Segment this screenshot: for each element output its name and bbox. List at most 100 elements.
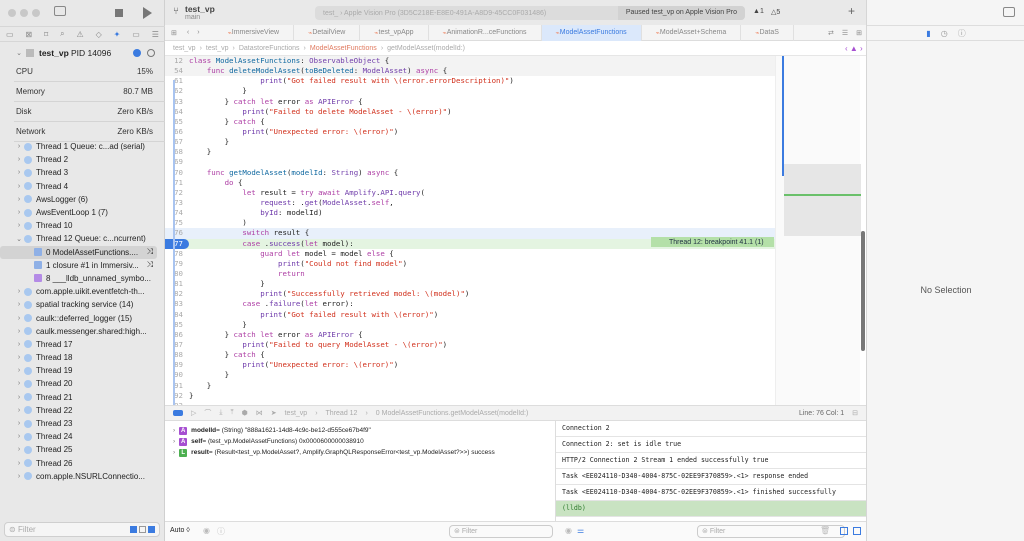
chevron-right-icon[interactable]: › xyxy=(14,301,24,308)
thread-row[interactable]: › Thread 18 xyxy=(0,351,165,364)
thread-row[interactable]: › Thread 22 xyxy=(0,404,165,417)
variable-row[interactable]: › Lresult = (Result<test_vp.ModelAsset?, … xyxy=(165,447,555,458)
tab-immersiveview[interactable]: ⌁ ImmersiveView xyxy=(214,24,295,41)
thread-row[interactable]: › Thread 3 xyxy=(0,166,165,179)
chevron-right-icon[interactable]: › xyxy=(14,420,24,427)
thread-row[interactable]: › Thread 1 Queue: c...ad (serial) xyxy=(0,140,165,153)
variables-filter[interactable]: ⊜ Filter xyxy=(449,525,553,538)
forward-button[interactable]: › xyxy=(193,29,203,36)
chevron-right-icon[interactable]: › xyxy=(14,394,24,401)
eye-icon[interactable]: ◉ xyxy=(565,526,572,535)
chevron-right-icon[interactable]: › xyxy=(14,143,24,150)
chevron-right-icon[interactable]: › xyxy=(14,446,24,453)
chevron-right-icon[interactable]: › xyxy=(14,473,24,480)
tab-modelasset-schema[interactable]: ⌁ ModelAsset+Schema xyxy=(642,24,742,41)
test-icon[interactable]: ◇ xyxy=(96,30,102,39)
chevron-right-icon[interactable]: › xyxy=(14,354,24,361)
thread-row[interactable]: › Thread 26 xyxy=(0,457,165,470)
gauge-disk[interactable]: Disk Zero KB/s xyxy=(14,102,165,122)
chevron-right-icon[interactable]: › xyxy=(14,380,24,387)
chevron-right-icon[interactable]: › xyxy=(14,341,24,348)
chevron-right-icon[interactable]: › xyxy=(14,328,24,335)
thread-row[interactable]: › Thread 19 xyxy=(0,364,165,377)
console-output[interactable]: Connection 2 Connection 2: set is idle tr… xyxy=(555,421,866,521)
show-variables-icon[interactable] xyxy=(840,527,848,535)
thread-row[interactable]: › Thread 20 xyxy=(0,377,165,390)
chevron-down-icon[interactable]: ⌄ xyxy=(14,235,24,243)
tab-detailview[interactable]: ⌁ DetailView xyxy=(294,24,361,41)
chevron-right-icon[interactable]: › xyxy=(14,169,24,176)
file-inspector-icon[interactable]: ▮ xyxy=(926,29,930,38)
chevron-right-icon[interactable]: › xyxy=(14,222,24,229)
stack-frame-row[interactable]: 0 ModelAssetFunctions.... ⤨ xyxy=(0,245,157,259)
scheme-selector[interactable]: test_ › Apple Vision Pro (3D5C218E-E8E0-… xyxy=(315,6,745,20)
variable-row[interactable]: › Aself = (test_vp.ModelAssetFunctions) 0… xyxy=(165,436,555,447)
step-out-icon[interactable]: ⤒ xyxy=(231,409,234,417)
warning-icon[interactable]: ⚠ xyxy=(77,30,84,39)
help-icon[interactable]: ⓘ xyxy=(958,28,966,39)
filter-toggle-icon[interactable] xyxy=(130,526,137,533)
error-count[interactable]: ▲1 xyxy=(753,8,764,15)
stack-frame-row[interactable]: 8 ___lldb_unnamed_symbo... xyxy=(0,272,157,285)
thread-row[interactable]: › Thread 25 xyxy=(0,443,165,456)
minimize-window-button[interactable] xyxy=(20,9,28,17)
navigator-filter[interactable]: ⊜ Filter xyxy=(4,522,160,537)
hide-console-icon[interactable]: ⊟ xyxy=(852,409,866,417)
toggle-icon[interactable]: ⚌ xyxy=(577,526,584,535)
debug-path-2[interactable]: 0 ModelAssetFunctions.getModelAsset(mode… xyxy=(376,410,529,417)
step-over-icon[interactable]: ⌒ xyxy=(204,408,211,418)
grid-icon[interactable]: ⊞ xyxy=(165,29,183,37)
trash-icon[interactable]: 🗑 xyxy=(820,526,830,535)
chevron-down-icon[interactable]: ⌄ xyxy=(14,49,24,57)
chevron-right-icon[interactable]: › xyxy=(173,427,175,434)
thread-row[interactable]: › Thread 21 xyxy=(0,391,165,404)
warning-count[interactable]: △5 xyxy=(771,8,780,16)
code-editor[interactable]: 12 class ModelAssetFunctions: ObservableO… xyxy=(165,56,775,405)
location-icon[interactable]: ➤ xyxy=(271,409,277,417)
step-into-icon[interactable]: ⤓ xyxy=(219,409,222,417)
minimap[interactable] xyxy=(775,56,861,405)
issue-navigator-icon[interactable]: ‹ ▲ › xyxy=(845,44,863,53)
debug-icon[interactable]: ✦ xyxy=(114,30,121,39)
tab-test-vpapp[interactable]: ⌁ test_vpApp xyxy=(360,24,429,41)
filter-toggle-icon[interactable] xyxy=(139,526,146,533)
thread-row[interactable]: › Thread 17 xyxy=(0,338,165,351)
info-icon[interactable] xyxy=(133,49,141,57)
close-window-button[interactable] xyxy=(8,9,16,17)
breadcrumb-item[interactable]: DatastoreFunctions xyxy=(239,45,300,52)
chevron-right-icon[interactable]: › xyxy=(14,460,24,467)
show-console-icon[interactable] xyxy=(853,527,861,535)
thread-row[interactable]: › Thread 23 xyxy=(0,417,165,430)
breadcrumb-item[interactable]: ModelAssetFunctions xyxy=(310,45,377,52)
tab-modelassetfunctions[interactable]: ⌁ ModelAssetFunctions xyxy=(541,24,642,41)
lldb-prompt[interactable]: (lldb) xyxy=(556,501,866,517)
folder-icon[interactable]: ▭ xyxy=(6,30,14,39)
view-hierarchy-icon[interactable]: ⬢ xyxy=(242,409,248,417)
continue-icon[interactable]: ▷ xyxy=(191,409,196,417)
stack-frame-row[interactable]: 1 closure #1 in Immersiv... ⤨ xyxy=(0,259,157,272)
search-icon[interactable]: ⌕ xyxy=(60,29,64,39)
breadcrumb-item[interactable]: test_vp xyxy=(206,45,229,52)
source-control-icon[interactable]: ⊠ xyxy=(25,30,32,39)
chevron-right-icon[interactable]: › xyxy=(14,288,24,295)
variable-row[interactable]: › AmodelId = (String) "888a1621-14d8-4c9c… xyxy=(165,425,555,436)
thread-row[interactable]: › Thread 24 xyxy=(0,430,165,443)
chevron-right-icon[interactable]: › xyxy=(14,367,24,374)
variables-scope-select[interactable]: Auto ◊ xyxy=(170,527,190,534)
gauge-network[interactable]: Network Zero KB/s xyxy=(14,122,165,142)
gauge-cpu[interactable]: CPU 15% xyxy=(14,62,165,82)
editor-options-icon[interactable]: ☰ xyxy=(838,29,852,37)
add-editor-icon[interactable]: ⊞ xyxy=(852,29,866,37)
chevron-right-icon[interactable]: › xyxy=(173,438,175,445)
thread-row[interactable]: ⌄ Thread 12 Queue: c...ncurrent) xyxy=(0,232,165,245)
breadcrumb-item[interactable]: getModelAsset(modelId:) xyxy=(387,45,465,52)
thread-row[interactable]: › com.apple.uikit.eventfetch-th... xyxy=(0,285,165,298)
report-icon[interactable]: ☰ xyxy=(152,30,159,39)
chevron-right-icon[interactable]: › xyxy=(14,407,24,414)
chevron-right-icon[interactable]: › xyxy=(14,315,24,322)
chevron-right-icon[interactable]: › xyxy=(14,183,24,190)
chevron-right-icon[interactable]: › xyxy=(14,433,24,440)
info-icon[interactable]: ⓘ xyxy=(217,526,225,537)
thread-row[interactable]: › spatial tracking service (14) xyxy=(0,298,165,311)
thread-row[interactable]: › AwsEventLoop 1 (7) xyxy=(0,206,165,219)
